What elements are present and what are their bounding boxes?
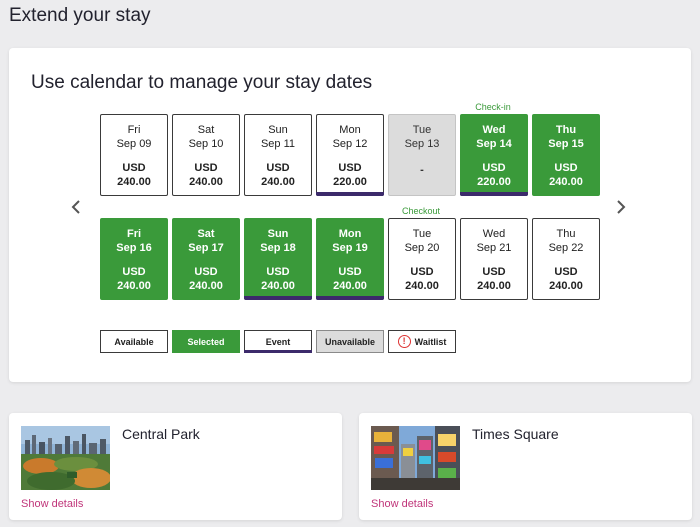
calendar-day[interactable]: Thu Sep 22 USD 240.00 (532, 218, 600, 300)
attraction-card-times-square: Times Square Show details (359, 413, 692, 520)
day-weekday: Wed (482, 124, 506, 136)
legend-event: Event (244, 330, 312, 353)
checkout-label: Checkout (401, 206, 441, 216)
calendar-day[interactable]: Wed Sep 14 USD 220.00 (460, 114, 528, 196)
day-date: Sep 18 (260, 242, 296, 254)
day-date: Sep 19 (332, 242, 368, 254)
day-date: Sep 22 (548, 242, 584, 254)
calendar-day[interactable]: Thu Sep 15 USD 240.00 (532, 114, 600, 196)
prev-dates-button[interactable] (66, 195, 86, 219)
day-weekday: Mon (339, 124, 361, 136)
day-weekday: Thu (556, 228, 576, 240)
alert-circle-icon: ! (397, 335, 411, 348)
day-weekday: Sat (197, 228, 215, 240)
show-details-link[interactable]: Show details (21, 498, 83, 510)
day-price: 240.00 (117, 280, 151, 292)
calendar-day[interactable]: Tue Sep 20 USD 240.00 (388, 218, 456, 300)
legend-waitlist-label: Waitlist (414, 336, 447, 347)
day-weekday: Sun (267, 228, 289, 240)
times-square-photo (371, 426, 460, 490)
calendar-day[interactable]: Sat Sep 10 USD 240.00 (172, 114, 240, 196)
day-currency: USD (194, 266, 218, 278)
attraction-name: Times Square (472, 426, 559, 442)
day-date: Sep 12 (332, 138, 368, 150)
day-currency: USD (194, 162, 218, 174)
day-date: Sep 09 (116, 138, 152, 150)
day-currency: USD (122, 162, 146, 174)
central-park-photo (21, 426, 110, 490)
day-weekday: Wed (482, 228, 506, 240)
day-date: Sep 11 (260, 138, 296, 150)
day-currency: USD (266, 266, 290, 278)
calendar-day[interactable]: Fri Sep 09 USD 240.00 (100, 114, 168, 196)
page-title: Extend your stay (9, 5, 151, 26)
day-date: Sep 10 (188, 138, 224, 150)
calendar-day[interactable]: Sat Sep 17 USD 240.00 (172, 218, 240, 300)
day-price: 240.00 (333, 280, 367, 292)
day-weekday: Thu (555, 124, 577, 136)
day-date: Sep 17 (188, 242, 224, 254)
calendar-card: Use calendar to manage your stay dates C… (9, 48, 691, 382)
day-price: 220.00 (477, 176, 511, 188)
day-currency: USD (554, 162, 578, 174)
day-currency: USD (266, 162, 290, 174)
day-weekday: Fri (126, 228, 142, 240)
legend-available: Available (100, 330, 168, 353)
day-weekday: Sun (268, 124, 288, 136)
day-currency: USD (410, 266, 434, 278)
attraction-name: Central Park (122, 426, 200, 442)
day-price: 240.00 (261, 280, 295, 292)
calendar-day[interactable]: Sun Sep 11 USD 240.00 (244, 114, 312, 196)
day-weekday: Sat (197, 124, 215, 136)
day-weekday: Fri (127, 124, 141, 136)
day-price: - (420, 164, 424, 176)
calendar-day[interactable]: Mon Sep 12 USD 220.00 (316, 114, 384, 196)
day-date: Sep 16 (116, 242, 152, 254)
day-weekday: Mon (338, 228, 362, 240)
day-price: 240.00 (549, 280, 583, 292)
day-weekday: Tue (412, 124, 432, 136)
calendar-heading: Use calendar to manage your stay dates (31, 72, 373, 93)
day-date: Sep 21 (476, 242, 512, 254)
checkin-label: Check-in (475, 102, 511, 112)
day-date: Sep 13 (404, 138, 440, 150)
legend-selected: Selected (172, 330, 240, 353)
day-currency: USD (338, 266, 362, 278)
day-currency: USD (338, 162, 362, 174)
day-price: 240.00 (477, 280, 511, 292)
calendar-day[interactable]: Sun Sep 18 USD 240.00 (244, 218, 312, 300)
show-details-link[interactable]: Show details (371, 498, 433, 510)
day-currency: USD (554, 266, 578, 278)
day-price: 240.00 (549, 176, 583, 188)
day-price: 240.00 (189, 176, 223, 188)
legend-unavailable: Unavailable (316, 330, 384, 353)
calendar-day[interactable]: Mon Sep 19 USD 240.00 (316, 218, 384, 300)
day-date: Sep 14 (476, 138, 512, 150)
day-currency: USD (122, 266, 146, 278)
day-price: 240.00 (261, 176, 295, 188)
calendar-day: Tue Sep 13 - (388, 114, 456, 196)
calendar-day[interactable]: Fri Sep 16 USD 240.00 (100, 218, 168, 300)
next-dates-button[interactable] (611, 195, 631, 219)
day-price: 240.00 (189, 280, 223, 292)
chevron-left-icon (71, 200, 80, 214)
day-currency: USD (482, 266, 506, 278)
day-date: Sep 20 (404, 242, 440, 254)
attraction-card-central-park: Central Park Show details (9, 413, 342, 520)
day-date: Sep 15 (548, 138, 584, 150)
legend-waitlist: ! Waitlist (388, 330, 456, 353)
day-price: 240.00 (405, 280, 439, 292)
chevron-right-icon (617, 200, 626, 214)
day-currency: USD (482, 162, 506, 174)
calendar-day[interactable]: Wed Sep 21 USD 240.00 (460, 218, 528, 300)
day-price: 240.00 (117, 176, 151, 188)
day-weekday: Tue (412, 228, 432, 240)
day-price: 220.00 (333, 176, 367, 188)
